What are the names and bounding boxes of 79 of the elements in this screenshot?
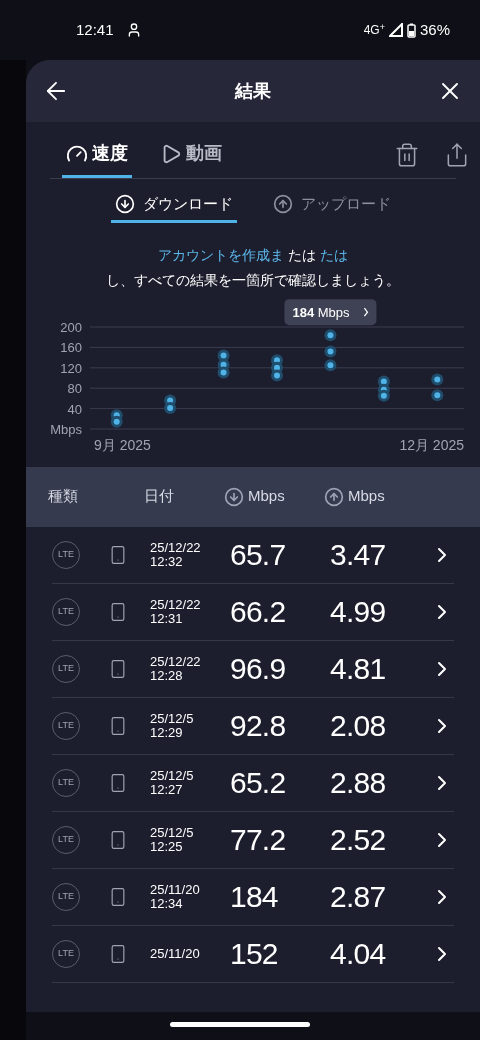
column-header: Mbps xyxy=(248,486,285,507)
upload-speed: 2.52 xyxy=(330,822,387,858)
data-point xyxy=(431,388,444,401)
download-speed: 65.2 xyxy=(230,765,287,801)
mode-tab[interactable]: 動画 xyxy=(156,140,226,178)
create-account-link[interactable]: アカウントを作成ま xyxy=(158,244,284,266)
download-speed: 65.7 xyxy=(230,537,287,573)
create-account-link[interactable]: たは xyxy=(320,244,348,266)
result-date: 25/12/22 xyxy=(150,597,202,612)
result-row[interactable]: LTE 25/12/22 12:28 96.9 4.81 xyxy=(52,640,454,698)
result-time: 12:29 xyxy=(150,725,184,740)
result-time: 12:34 xyxy=(150,896,184,911)
data-point xyxy=(324,345,337,357)
trash-icon xyxy=(394,142,420,168)
column-header: 種類 xyxy=(48,486,78,507)
data-point xyxy=(217,365,230,378)
column-header: 日付 xyxy=(144,486,174,507)
result-row[interactable]: LTE 25/12/22 12:32 65.7 3.47 xyxy=(52,526,454,584)
result-time: 12:25 xyxy=(150,839,184,854)
result-date: 25/12/5 xyxy=(150,768,195,783)
result-time: 12:31 xyxy=(150,611,184,626)
value-tooltip[interactable]: 184 Mbps xyxy=(284,298,377,325)
data-point xyxy=(164,401,177,414)
result-time: 12:27 xyxy=(150,782,184,797)
result-date: 25/11/20 xyxy=(150,946,201,961)
download-speed: 77.2 xyxy=(230,822,287,858)
data-point xyxy=(431,373,444,386)
upload-speed: 3.47 xyxy=(330,537,387,573)
upload-speed: 2.87 xyxy=(330,879,387,915)
page-title: 結果 xyxy=(235,79,271,103)
mode-tab[interactable]: 速度 xyxy=(62,140,132,178)
result-date: 25/12/22 xyxy=(150,654,202,669)
upload-speed: 2.08 xyxy=(330,708,387,744)
promo-text: アカウントを作成ま たは たは xyxy=(158,244,348,266)
result-date: 25/11/20 xyxy=(150,882,201,897)
upload-speed: 4.99 xyxy=(330,594,387,630)
result-row[interactable]: LTE 25/12/22 12:31 66.2 4.99 xyxy=(52,583,454,641)
y-axis-label: 160 xyxy=(60,339,82,355)
result-time: 12:32 xyxy=(150,554,184,569)
promo-text: し、すべての結果を一箇所で確認しましょう。 xyxy=(106,270,400,290)
x-axis-label: 9月 2025 xyxy=(94,436,151,453)
result-row[interactable]: LTE 25/11/20 152 4.04 xyxy=(52,925,454,983)
download-speed: 152 xyxy=(230,936,279,972)
delete-button[interactable] xyxy=(394,142,420,168)
data-point xyxy=(324,328,337,341)
direction-tab[interactable]: アップロード xyxy=(269,193,395,223)
column-header: Mbps xyxy=(348,486,385,507)
data-point xyxy=(377,389,390,402)
network-type: 4G$^{+}$ xyxy=(363,21,385,39)
upload-speed: 4.81 xyxy=(330,651,387,687)
result-row[interactable]: LTE 25/12/5 12:29 92.8 2.08 xyxy=(52,697,454,755)
y-axis-label: 200 xyxy=(60,319,82,335)
chevron-icon xyxy=(363,307,369,317)
download-speed: 92.8 xyxy=(230,708,287,744)
data-point xyxy=(324,358,337,371)
upload-speed: 4.04 xyxy=(330,936,387,972)
result-row[interactable]: LTE 25/11/20 12:34 184 2.87 xyxy=(52,868,454,926)
clock-time: 12:41 xyxy=(76,19,114,40)
result-row[interactable]: LTE 25/12/5 12:27 65.2 2.88 xyxy=(52,754,454,812)
x-axis-label: 12月 2025 xyxy=(399,436,464,453)
result-date: 25/12/5 xyxy=(150,825,195,840)
y-axis-label: 40 xyxy=(67,401,82,417)
result-date: 25/12/22 xyxy=(150,540,202,555)
download-speed: 96.9 xyxy=(230,651,287,687)
download-speed: 66.2 xyxy=(230,594,287,630)
signal-icon xyxy=(388,23,403,37)
y-axis-label: 80 xyxy=(67,380,82,396)
y-axis-unit: Mbps xyxy=(50,421,82,437)
data-point xyxy=(110,415,123,428)
data-point xyxy=(271,368,283,381)
battery-icon xyxy=(406,22,416,38)
result-date: 25/12/5 xyxy=(150,711,195,726)
y-axis-label: 120 xyxy=(60,360,82,376)
direction-tab[interactable]: ダウンロード xyxy=(111,193,237,223)
battery-level: 36% xyxy=(419,19,450,40)
download-speed: 184 xyxy=(230,879,279,915)
upload-speed: 2.88 xyxy=(330,765,387,801)
result-time: 12:28 xyxy=(150,668,184,683)
result-row[interactable]: LTE 25/12/5 12:25 77.2 2.52 xyxy=(52,811,454,869)
